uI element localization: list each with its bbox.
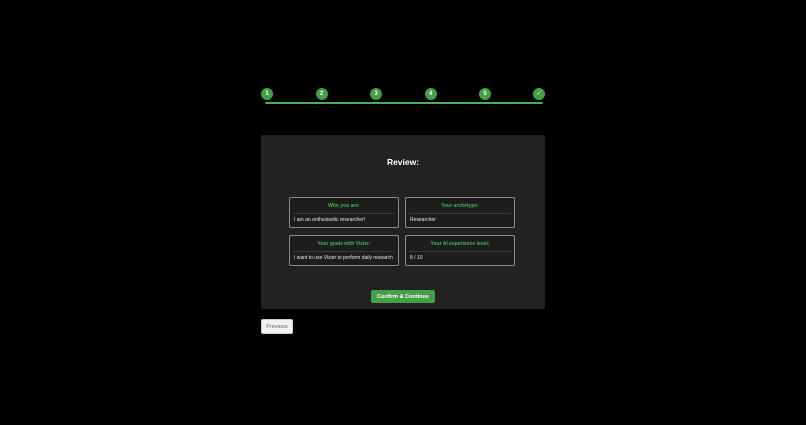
box-divider bbox=[409, 251, 511, 252]
review-card: Review: Who you are: I am an enthusiasti… bbox=[261, 135, 545, 309]
archetype-label: Your archetype: bbox=[441, 203, 479, 209]
goals-value: I want to use Vizier to perform daily re… bbox=[294, 255, 393, 261]
step-3[interactable]: 3 bbox=[370, 88, 382, 100]
ai-experience-label: Your AI experience level: bbox=[430, 241, 490, 247]
step-5[interactable]: 5 bbox=[479, 88, 491, 100]
step-2[interactable]: 2 bbox=[315, 88, 328, 100]
step-1[interactable]: 1 bbox=[261, 88, 273, 100]
box-divider bbox=[293, 251, 395, 252]
step-complete-checkmark-icon[interactable]: ✓ bbox=[533, 88, 545, 100]
previous-button[interactable]: Previous bbox=[261, 319, 293, 334]
box-divider bbox=[293, 213, 395, 214]
goals-box: Your goals with Vizier: I want to use Vi… bbox=[289, 235, 399, 266]
archetype-value: Researcher bbox=[410, 217, 436, 223]
goals-label: Your goals with Vizier: bbox=[317, 241, 371, 247]
box-divider bbox=[409, 213, 511, 214]
who-you-are-label: Who you are: bbox=[328, 203, 360, 209]
archetype-box: Your archetype: Researcher bbox=[405, 197, 515, 228]
progress-stepper: 1 2 3 4 5 ✓ bbox=[261, 88, 547, 106]
who-you-are-value: I am an enthusiastic researcher! bbox=[294, 217, 366, 223]
ai-experience-value: 8 / 10 bbox=[410, 255, 423, 261]
step-4[interactable]: 4 bbox=[424, 88, 437, 100]
who-you-are-box: Who you are: I am an enthusiastic resear… bbox=[289, 197, 399, 228]
stepper-progress-line bbox=[265, 102, 543, 104]
review-title: Review: bbox=[386, 157, 420, 167]
confirm-continue-button[interactable]: Confirm & Continue bbox=[371, 290, 435, 303]
ai-experience-box: Your AI experience level: 8 / 10 bbox=[405, 235, 515, 266]
